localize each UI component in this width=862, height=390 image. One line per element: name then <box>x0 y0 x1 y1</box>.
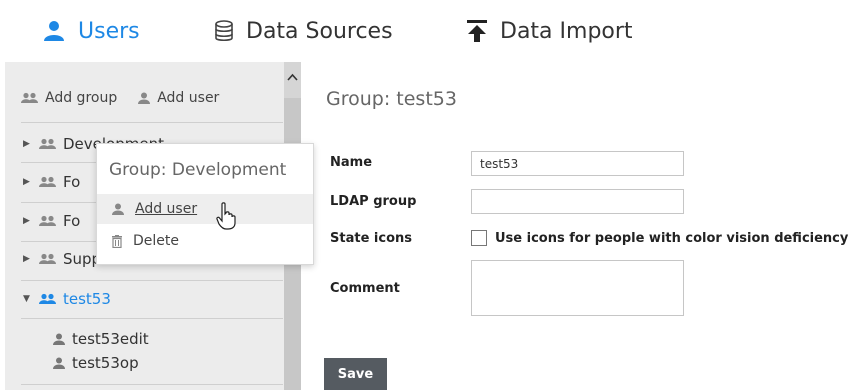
menu-item-label: Add user <box>135 201 198 217</box>
tree-user-label: test53op <box>72 354 139 372</box>
scroll-up-arrow-icon[interactable] <box>286 72 299 82</box>
upload-icon <box>466 19 488 43</box>
add-group-button[interactable]: Add group <box>21 90 117 106</box>
comment-field[interactable] <box>471 260 684 316</box>
sidebar-actions: Add group Add user <box>21 90 239 106</box>
add-group-label: Add group <box>45 90 118 106</box>
tab-data-sources[interactable]: Data Sources <box>214 14 393 48</box>
state-icons-option[interactable]: Use icons for people with color vision d… <box>471 230 848 246</box>
tree-user-test53edit[interactable]: test53edit <box>52 328 149 350</box>
name-label: Name <box>330 155 373 170</box>
caret-right-icon: ▶ <box>23 139 30 149</box>
ldap-group-field[interactable] <box>471 189 684 214</box>
tree-user-label: test53edit <box>72 330 149 348</box>
page-title: Group: test53 <box>326 88 457 110</box>
tab-users-label: Users <box>78 18 140 44</box>
caret-right-icon: ▶ <box>23 254 30 264</box>
tab-data-import-label: Data Import <box>500 18 633 44</box>
user-icon <box>112 203 124 215</box>
user-icon <box>138 92 151 104</box>
menu-item-add-user[interactable]: Add user <box>97 194 313 224</box>
group-icon <box>39 138 56 149</box>
add-user-label: Add user <box>157 90 220 106</box>
tree-group-label: test53 <box>63 290 111 308</box>
caret-right-icon: ▶ <box>23 216 30 226</box>
state-icons-checkbox[interactable] <box>471 230 487 246</box>
tab-data-sources-label: Data Sources <box>246 18 393 44</box>
tree-user-test53op[interactable]: test53op <box>52 352 139 374</box>
group-icon <box>39 253 56 264</box>
database-icon <box>214 20 234 42</box>
ldap-group-label: LDAP group <box>330 194 417 209</box>
state-icons-label: State icons <box>330 231 412 246</box>
save-button[interactable]: Save <box>324 358 387 390</box>
tree-group-test53[interactable]: ▼ test53 <box>23 288 281 310</box>
group-context-menu: Group: Development Add user Delete <box>96 143 314 265</box>
group-icon <box>39 293 56 304</box>
divider <box>21 318 283 319</box>
divider <box>21 384 283 385</box>
context-menu-title: Group: Development <box>109 160 287 180</box>
top-navigation: Users Data Sources Data Import <box>0 0 862 62</box>
trash-icon <box>112 234 122 248</box>
group-icon <box>39 176 56 187</box>
caret-down-icon: ▼ <box>23 294 30 304</box>
caret-right-icon: ▶ <box>23 177 30 187</box>
comment-label: Comment <box>330 281 400 296</box>
menu-item-label: Delete <box>133 233 179 249</box>
user-icon <box>53 357 65 369</box>
tab-users[interactable]: Users <box>42 14 140 48</box>
tab-data-import[interactable]: Data Import <box>466 14 633 48</box>
add-user-button[interactable]: Add user <box>137 90 219 106</box>
state-icons-option-label: Use icons for people with color vision d… <box>495 230 849 246</box>
user-icon <box>42 20 66 42</box>
name-field[interactable] <box>471 151 684 176</box>
divider <box>21 122 283 123</box>
tree-group-label: Fo <box>63 173 81 191</box>
user-icon <box>53 333 65 345</box>
tree-group-label: Fo <box>63 212 81 230</box>
menu-item-delete[interactable]: Delete <box>97 226 313 256</box>
divider <box>21 280 283 281</box>
group-icon <box>21 92 38 103</box>
group-icon <box>39 215 56 226</box>
